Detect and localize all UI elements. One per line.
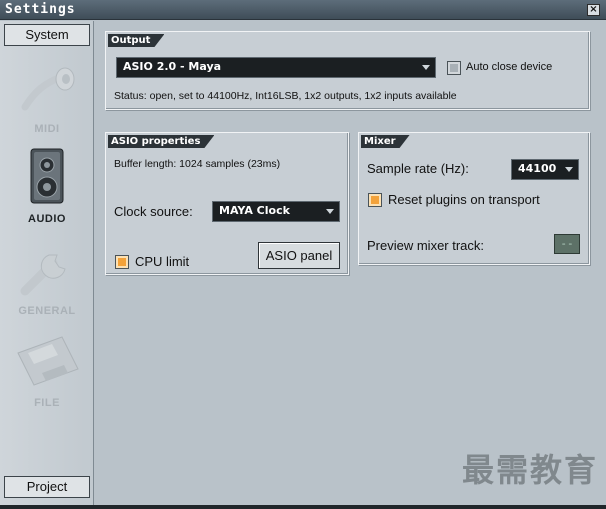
- cpu-limit-checkbox[interactable]: [115, 255, 129, 269]
- title-bar: Settings ×: [0, 0, 606, 20]
- clock-source-label: Clock source:: [114, 204, 193, 219]
- cpu-limit-label: CPU limit: [135, 254, 190, 269]
- watermark: 最需教育: [461, 451, 598, 489]
- auto-close-checkbox[interactable]: [447, 61, 461, 75]
- sample-rate-dropdown[interactable]: 44100: [511, 159, 579, 180]
- mixer-group: Mixer Sample rate (Hz): 44100 Reset plug…: [358, 132, 590, 265]
- auto-close-label: Auto close device: [466, 61, 553, 73]
- sidebar-item-label: FILE: [34, 397, 60, 409]
- asio-panel-button[interactable]: ASIO panel: [258, 242, 340, 269]
- tab-system[interactable]: System: [4, 24, 90, 46]
- sidebar-item-label: MIDI: [34, 123, 60, 135]
- preview-track-label: Preview mixer track:: [367, 238, 485, 253]
- output-device-dropdown[interactable]: ASIO 2.0 - Maya: [116, 57, 436, 78]
- output-device-value: ASIO 2.0 - Maya: [123, 60, 222, 73]
- speaker-icon: [30, 148, 64, 204]
- chevron-down-icon: [422, 65, 430, 70]
- asio-properties-group: ASIO properties Buffer length: 1024 samp…: [105, 132, 349, 275]
- wrench-icon: [20, 254, 66, 296]
- sidebar-item-label: AUDIO: [28, 213, 66, 225]
- sidebar-item-audio[interactable]: AUDIO: [0, 141, 94, 229]
- chevron-down-icon: [565, 167, 573, 172]
- midi-plug-icon: [21, 67, 75, 111]
- audio-settings-panel: Output ASIO 2.0 - Maya Auto close device…: [95, 21, 606, 509]
- sidebar-item-general[interactable]: GENERAL: [0, 233, 94, 323]
- preview-track-display[interactable]: --: [554, 234, 580, 254]
- sidebar-item-file[interactable]: FILE: [0, 327, 94, 417]
- asio-group-title: ASIO properties: [108, 135, 214, 148]
- sample-rate-value: 44100: [518, 162, 557, 175]
- reset-plugins-label: Reset plugins on transport: [388, 192, 540, 207]
- reset-plugins-checkbox[interactable]: [368, 193, 382, 207]
- output-status-text: Status: open, set to 44100Hz, Int16LSB, …: [114, 90, 457, 102]
- chevron-down-icon: [326, 209, 334, 214]
- sidebar-item-midi[interactable]: MIDI: [0, 53, 94, 139]
- clock-source-value: MAYA Clock: [219, 204, 290, 217]
- settings-window: Settings × System MIDI AUDIO GENERAL FIL…: [0, 0, 606, 509]
- bottom-edge: [0, 505, 606, 509]
- buffer-length-text: Buffer length: 1024 samples (23ms): [114, 158, 281, 170]
- sample-rate-label: Sample rate (Hz):: [367, 161, 469, 176]
- output-group-title: Output: [108, 34, 164, 47]
- tab-project[interactable]: Project: [4, 476, 90, 498]
- window-title: Settings: [5, 2, 76, 17]
- clock-source-dropdown[interactable]: MAYA Clock: [212, 201, 340, 222]
- mixer-group-title: Mixer: [361, 135, 410, 148]
- sidebar-item-label: GENERAL: [18, 305, 76, 317]
- sidebar: System MIDI AUDIO GENERAL FILE Project: [0, 21, 94, 505]
- floppy-disk-icon: [17, 336, 79, 386]
- close-button[interactable]: ×: [587, 4, 600, 16]
- output-group: Output ASIO 2.0 - Maya Auto close device…: [105, 31, 590, 110]
